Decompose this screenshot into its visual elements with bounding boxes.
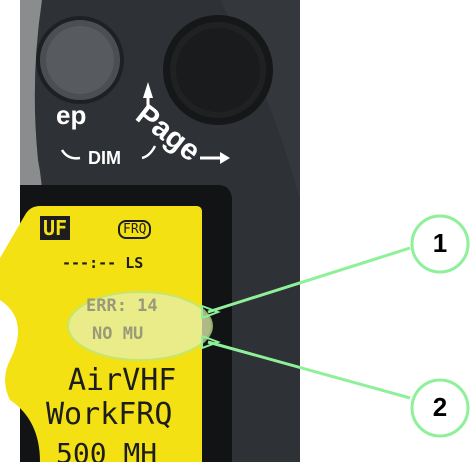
button-label: ep — [56, 100, 87, 130]
lcd-mode-box-wrap: FRQ — [118, 220, 152, 239]
callout-number-2: 2 — [432, 392, 448, 422]
lcd-line-partial: 500 MH — [56, 437, 158, 462]
lcd-mode: UF — [40, 216, 71, 240]
lcd-mode-text: UF — [40, 216, 71, 240]
lcd-time-row: ---:-- LS — [62, 254, 144, 272]
dim-label: DIM — [88, 148, 121, 168]
lcd-mode-box: FRQ — [118, 220, 152, 239]
device-illustration: ep Page DIM UF FRQ ---:-- LS ERR: 14 NO … — [0, 0, 475, 462]
lcd-line-work: WorkFRQ — [46, 397, 173, 432]
lcd-line-air: AirVHF — [68, 363, 177, 398]
lcd-status: NO MU — [92, 324, 144, 344]
callout-number-1: 1 — [432, 228, 448, 258]
lcd-freq-error: ERR: 14 — [86, 296, 158, 316]
